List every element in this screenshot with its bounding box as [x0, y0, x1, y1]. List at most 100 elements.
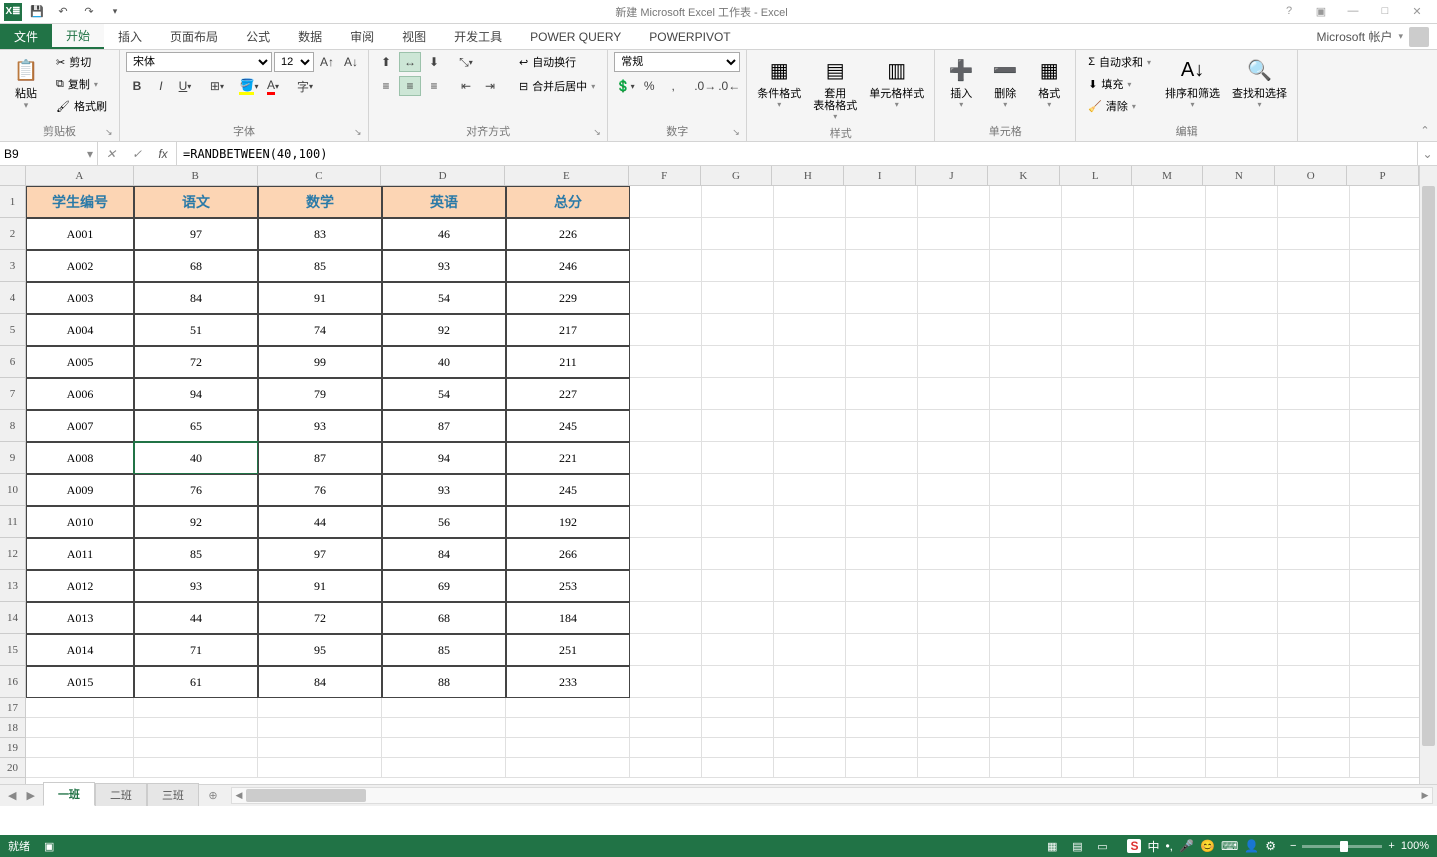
cell-N10[interactable]	[1206, 474, 1278, 506]
cell-I11[interactable]	[846, 506, 918, 538]
cell-L12[interactable]	[1062, 538, 1134, 570]
hscroll-left-icon[interactable]: ◀	[232, 788, 246, 803]
ime-icon[interactable]: S	[1127, 839, 1141, 853]
cell-J19[interactable]	[918, 738, 990, 758]
cell-L13[interactable]	[1062, 570, 1134, 602]
cell-L4[interactable]	[1062, 282, 1134, 314]
cell-P3[interactable]	[1350, 250, 1419, 282]
cell-N1[interactable]	[1206, 186, 1278, 218]
cell-C6[interactable]: 99	[258, 346, 382, 378]
cell-F15[interactable]	[630, 634, 702, 666]
cell-K2[interactable]	[990, 218, 1062, 250]
cell-P4[interactable]	[1350, 282, 1419, 314]
table-format-button[interactable]: ▤套用 表格格式▾	[809, 52, 861, 123]
cell-A2[interactable]: A001	[26, 218, 134, 250]
cell-H12[interactable]	[774, 538, 846, 570]
macro-record-icon[interactable]: ▣	[44, 840, 54, 853]
comma-button[interactable]: ,	[662, 76, 684, 96]
cell-A9[interactable]: A008	[26, 442, 134, 474]
cell-H19[interactable]	[774, 738, 846, 758]
cell-L18[interactable]	[1062, 718, 1134, 738]
cell-G20[interactable]	[702, 758, 774, 778]
cell-M15[interactable]	[1134, 634, 1206, 666]
cell-P1[interactable]	[1350, 186, 1419, 218]
paste-button[interactable]: 📋 粘贴 ▾	[6, 52, 46, 113]
column-header-F[interactable]: F	[629, 166, 701, 185]
cell-P12[interactable]	[1350, 538, 1419, 570]
cell-K10[interactable]	[990, 474, 1062, 506]
cell-L14[interactable]	[1062, 602, 1134, 634]
cell-P17[interactable]	[1350, 698, 1419, 718]
cell-J7[interactable]	[918, 378, 990, 410]
cell-G15[interactable]	[702, 634, 774, 666]
cell-J2[interactable]	[918, 218, 990, 250]
cell-H16[interactable]	[774, 666, 846, 698]
cell-L6[interactable]	[1062, 346, 1134, 378]
column-header-C[interactable]: C	[258, 166, 382, 185]
fill-color-button[interactable]: 🪣▾	[238, 76, 260, 96]
account-area[interactable]: Microsoft 帐户 ▾	[1316, 24, 1437, 49]
cell-F6[interactable]	[630, 346, 702, 378]
cell-O11[interactable]	[1278, 506, 1350, 538]
format-cells-button[interactable]: ▦格式▾	[1029, 52, 1069, 111]
cell-M19[interactable]	[1134, 738, 1206, 758]
cell-K4[interactable]	[990, 282, 1062, 314]
cell-N2[interactable]	[1206, 218, 1278, 250]
cell-J13[interactable]	[918, 570, 990, 602]
delete-cells-button[interactable]: ➖删除▾	[985, 52, 1025, 111]
number-launcher-icon[interactable]: ↘	[732, 127, 744, 139]
cell-L3[interactable]	[1062, 250, 1134, 282]
cell-K18[interactable]	[990, 718, 1062, 738]
underline-button[interactable]: U▾	[174, 76, 196, 96]
cell-D9[interactable]: 94	[382, 442, 506, 474]
cell-M3[interactable]	[1134, 250, 1206, 282]
cell-N20[interactable]	[1206, 758, 1278, 778]
cell-J18[interactable]	[918, 718, 990, 738]
cell-H3[interactable]	[774, 250, 846, 282]
tab-view[interactable]: 视图	[388, 24, 440, 49]
cell-P20[interactable]	[1350, 758, 1419, 778]
cell-H4[interactable]	[774, 282, 846, 314]
cell-O17[interactable]	[1278, 698, 1350, 718]
cell-F16[interactable]	[630, 666, 702, 698]
cell-F9[interactable]	[630, 442, 702, 474]
help-icon[interactable]: ?	[1277, 5, 1301, 18]
cell-D3[interactable]: 93	[382, 250, 506, 282]
column-header-M[interactable]: M	[1132, 166, 1204, 185]
cell-E7[interactable]: 227	[506, 378, 630, 410]
cell-B7[interactable]: 94	[134, 378, 258, 410]
number-format-select[interactable]: 常规	[614, 52, 740, 72]
merge-center-button[interactable]: ⊟合并后居中▾	[513, 76, 601, 96]
cell-G13[interactable]	[702, 570, 774, 602]
cell-M8[interactable]	[1134, 410, 1206, 442]
cell-M13[interactable]	[1134, 570, 1206, 602]
cell-D12[interactable]: 84	[382, 538, 506, 570]
cell-J15[interactable]	[918, 634, 990, 666]
cell-G16[interactable]	[702, 666, 774, 698]
cell-E3[interactable]: 246	[506, 250, 630, 282]
cell-L19[interactable]	[1062, 738, 1134, 758]
cell-J8[interactable]	[918, 410, 990, 442]
cell-C12[interactable]: 97	[258, 538, 382, 570]
cell-I1[interactable]	[846, 186, 918, 218]
cell-I20[interactable]	[846, 758, 918, 778]
cell-K1[interactable]	[990, 186, 1062, 218]
cell-D8[interactable]: 87	[382, 410, 506, 442]
cell-D10[interactable]: 93	[382, 474, 506, 506]
cell-M2[interactable]	[1134, 218, 1206, 250]
tab-home[interactable]: 开始	[52, 24, 104, 49]
cell-I16[interactable]	[846, 666, 918, 698]
cell-G12[interactable]	[702, 538, 774, 570]
column-header-E[interactable]: E	[505, 166, 629, 185]
ime-lang-icon[interactable]: 中	[1147, 838, 1159, 855]
cell-C13[interactable]: 91	[258, 570, 382, 602]
cell-E8[interactable]: 245	[506, 410, 630, 442]
cell-I14[interactable]	[846, 602, 918, 634]
font-launcher-icon[interactable]: ↘	[354, 127, 366, 139]
cell-O8[interactable]	[1278, 410, 1350, 442]
cell-G6[interactable]	[702, 346, 774, 378]
cell-E14[interactable]: 184	[506, 602, 630, 634]
cell-I3[interactable]	[846, 250, 918, 282]
sort-filter-button[interactable]: A↓排序和筛选▾	[1161, 52, 1224, 111]
cell-C1[interactable]: 数学	[258, 186, 382, 218]
